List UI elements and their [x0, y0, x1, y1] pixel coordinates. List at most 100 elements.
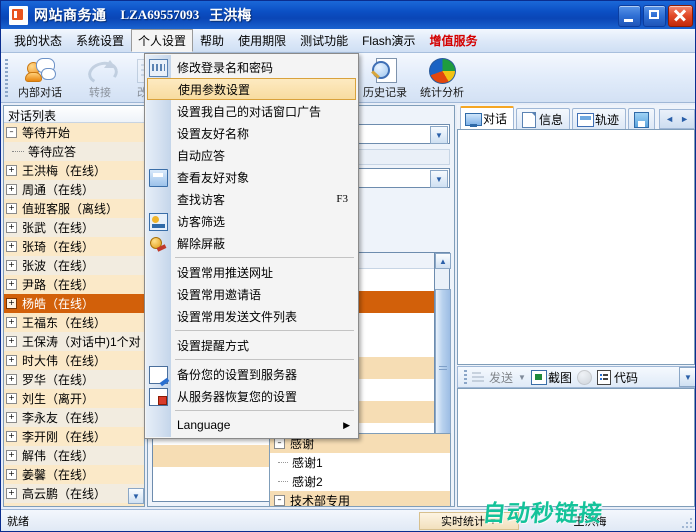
- conversation-row[interactable]: + 王保涛（对话中)1个对: [4, 332, 144, 351]
- conversation-row[interactable]: + 时大伟（在线）: [4, 351, 144, 370]
- conversation-row[interactable]: + 李永友（在线）: [4, 408, 144, 427]
- expand-icon[interactable]: +: [6, 165, 17, 176]
- expand-icon[interactable]: +: [6, 355, 17, 366]
- conversation-row[interactable]: + 值班客服（离线）: [4, 199, 144, 218]
- expand-icon[interactable]: +: [6, 203, 17, 214]
- tab-save[interactable]: [628, 108, 656, 129]
- expand-icon[interactable]: +: [6, 241, 17, 252]
- conversation-row[interactable]: 等待应答: [4, 142, 144, 161]
- menu-test-function[interactable]: 测试功能: [293, 29, 355, 52]
- minimize-button[interactable]: [618, 5, 641, 27]
- conversation-row[interactable]: + 张武（在线）: [4, 218, 144, 237]
- conversation-row[interactable]: + 张琦（在线）: [4, 237, 144, 256]
- chat-toolbar-grip[interactable]: [464, 370, 467, 384]
- conversation-row[interactable]: + 杨皓（在线）: [4, 294, 144, 313]
- conversation-row[interactable]: +高恒（在线）: [4, 503, 144, 506]
- menu-help[interactable]: 帮助: [193, 29, 231, 52]
- visitor-list-scroll-thumb[interactable]: [435, 289, 451, 449]
- collapse-icon[interactable]: –: [274, 495, 285, 506]
- dropdown-menu-item[interactable]: 从服务器恢复您的设置: [145, 385, 358, 407]
- conversation-row[interactable]: + 高云鹏（在线）: [4, 484, 144, 503]
- dropdown-menu-item[interactable]: 备份您的设置到服务器: [145, 363, 358, 385]
- chevron-down-icon[interactable]: ▼: [430, 126, 448, 144]
- collapse-icon[interactable]: –: [274, 438, 285, 449]
- tab-conversation[interactable]: 对话: [460, 106, 515, 129]
- menu-usage-period[interactable]: 使用期限: [231, 29, 293, 52]
- dropdown-menu-item[interactable]: 设置提醒方式: [145, 334, 358, 356]
- chat-input-area[interactable]: [457, 388, 695, 507]
- toolbar-internal-chat-button[interactable]: 内部对话: [11, 56, 69, 100]
- dropdown-menu-item[interactable]: 设置我自己的对话窗口广告: [145, 100, 358, 122]
- conversation-row[interactable]: + 王洪梅（在线）: [4, 161, 144, 180]
- toolbar-grip[interactable]: [5, 59, 8, 97]
- conversation-row[interactable]: + 姜馨（在线）: [4, 465, 144, 484]
- expand-icon[interactable]: +: [6, 298, 17, 309]
- expand-icon[interactable]: +: [6, 279, 17, 290]
- quick-reply-row[interactable]: 感谢1: [270, 453, 450, 472]
- tab-nav-next-icon[interactable]: ►: [677, 114, 692, 124]
- toolbar-overflow-icon[interactable]: ▼: [680, 368, 695, 386]
- dropdown-menu-item[interactable]: 设置常用邀请语: [145, 283, 358, 305]
- send-button[interactable]: 发送: [472, 369, 513, 386]
- conversation-row[interactable]: + 张波（在线）: [4, 256, 144, 275]
- tab-track[interactable]: 轨迹: [572, 108, 627, 129]
- dropdown-menu-item[interactable]: 使用参数设置: [147, 78, 356, 100]
- expand-icon[interactable]: +: [6, 260, 17, 271]
- realtime-statistics-button[interactable]: 实时统计 ▼: [419, 512, 519, 530]
- tab-nav-prev-icon[interactable]: ◄: [662, 114, 677, 124]
- conversation-row[interactable]: + 罗华（在线）: [4, 370, 144, 389]
- expand-icon[interactable]: +: [6, 431, 17, 442]
- menu-value-added-service[interactable]: 增值服务: [422, 29, 484, 52]
- maximize-button[interactable]: [643, 5, 666, 27]
- toolbar-statistics-button[interactable]: 统计分析: [413, 56, 471, 100]
- dropdown-menu-item[interactable]: 修改登录名和密码: [145, 56, 358, 78]
- expand-icon[interactable]: +: [6, 412, 17, 423]
- dropdown-menu-item[interactable]: 设置常用推送网址: [145, 261, 358, 283]
- conversation-row[interactable]: – 等待开始: [4, 123, 144, 142]
- quick-reply-row[interactable]: 感谢2: [270, 472, 450, 491]
- expand-icon[interactable]: +: [6, 184, 17, 195]
- resize-grip[interactable]: [682, 516, 694, 528]
- conversation-row[interactable]: + 李开刚（在线）: [4, 427, 144, 446]
- code-button[interactable]: 代码: [596, 369, 638, 386]
- dropdown-menu-item[interactable]: 解除屏蔽: [145, 232, 358, 254]
- dropdown-menu-item[interactable]: Language ▶: [145, 414, 358, 436]
- expand-icon[interactable]: +: [6, 336, 17, 347]
- dropdown-menu-item[interactable]: 查看友好对象: [145, 166, 358, 188]
- dropdown-menu-item[interactable]: 设置友好名称: [145, 122, 358, 144]
- conversation-list-scroll[interactable]: – 等待开始 等待应答 + 王洪梅（在线） + 周通（在线） + 值班客服（离线） + 张武（在线）…: [4, 123, 144, 506]
- expand-icon[interactable]: +: [6, 222, 17, 233]
- expand-icon[interactable]: +: [6, 488, 17, 499]
- collapse-icon[interactable]: –: [6, 127, 17, 138]
- tab-nav-controls[interactable]: ◄ ►: [659, 109, 695, 129]
- conversation-row[interactable]: + 周通（在线）: [4, 180, 144, 199]
- scroll-up-icon[interactable]: ▲: [435, 253, 451, 269]
- conversation-row[interactable]: + 解伟（在线）: [4, 446, 144, 465]
- screenshot-button[interactable]: 截图: [530, 369, 572, 386]
- tab-info[interactable]: 信息: [516, 108, 571, 129]
- close-button[interactable]: [668, 5, 693, 27]
- dropdown-menu-item[interactable]: 设置常用发送文件列表: [145, 305, 358, 327]
- menu-system-settings[interactable]: 系统设置: [69, 29, 131, 52]
- quick-reply-tree[interactable]: – 感谢 感谢1 感谢2– 技术部专用: [269, 433, 451, 507]
- expand-icon[interactable]: +: [6, 374, 17, 385]
- dropdown-menu-item[interactable]: 查找访客 F3: [145, 188, 358, 210]
- left-list-scroll-down[interactable]: ▼: [128, 488, 144, 506]
- menu-flash-demo[interactable]: Flash演示: [355, 29, 422, 52]
- send-dropdown-icon[interactable]: ▼: [518, 373, 526, 382]
- left-scroll-down-icon[interactable]: ▼: [128, 488, 144, 504]
- conversation-row[interactable]: + 王福东（在线）: [4, 313, 144, 332]
- expand-icon[interactable]: +: [6, 393, 17, 404]
- quick-reply-row[interactable]: – 技术部专用: [270, 491, 450, 506]
- expand-icon[interactable]: +: [6, 469, 17, 480]
- dropdown-menu-item[interactable]: 访客筛选: [145, 210, 358, 232]
- menu-personal-settings[interactable]: 个人设置: [131, 29, 194, 52]
- conversation-row[interactable]: + 刘生（离开）: [4, 389, 144, 408]
- chevron-down-icon[interactable]: ▼: [430, 170, 448, 188]
- expand-icon[interactable]: +: [6, 317, 17, 328]
- chevron-down-icon[interactable]: ▼: [489, 517, 497, 526]
- emoji-button[interactable]: [576, 370, 592, 385]
- dropdown-menu-item[interactable]: 自动应答: [145, 144, 358, 166]
- menu-my-status[interactable]: 我的状态: [7, 29, 69, 52]
- conversation-row[interactable]: + 尹路（在线）: [4, 275, 144, 294]
